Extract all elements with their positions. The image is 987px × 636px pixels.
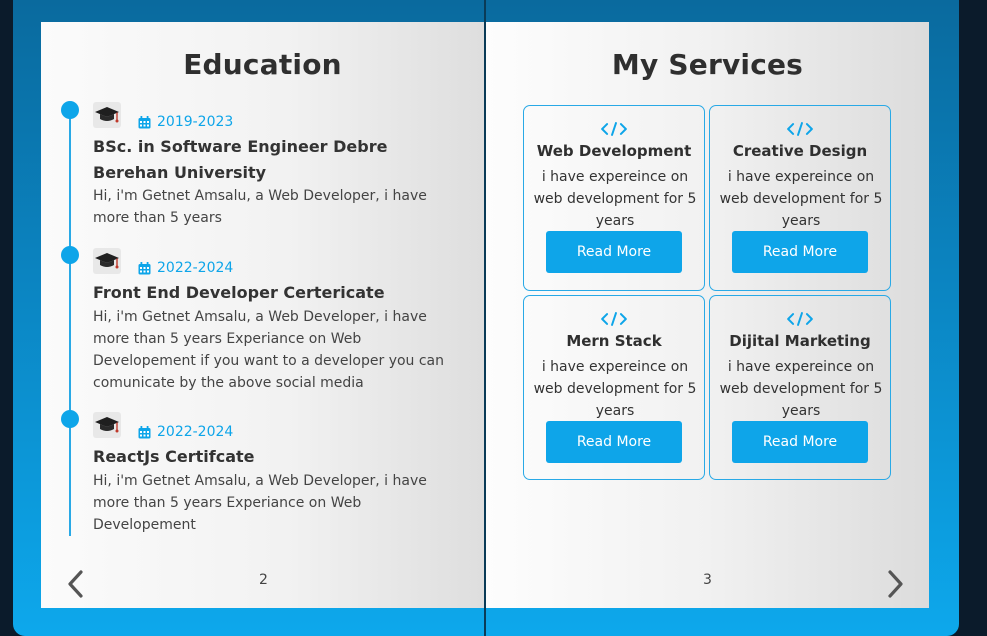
education-date: 2022-2024 [138, 424, 233, 440]
read-more-button[interactable]: Read More [546, 231, 682, 273]
calendar-icon [138, 425, 151, 438]
code-icon [787, 312, 813, 326]
service-description: i have expereince on web development for… [719, 359, 883, 419]
services-page: My Services Web Development i have exper… [486, 22, 929, 608]
service-title: Web Development [536, 142, 692, 160]
timeline-dot [61, 410, 79, 428]
graduation-cap-icon [93, 248, 121, 274]
service-description: i have expereince on web development for… [533, 169, 697, 229]
timeline-dot [61, 101, 79, 119]
education-date-text: 2022-2024 [157, 424, 234, 440]
page-title: My Services [611, 48, 804, 81]
service-card: Web Development i have expereince on web… [523, 105, 705, 291]
read-more-button[interactable]: Read More [732, 421, 868, 463]
calendar-icon [138, 261, 151, 274]
education-title: ReactJs Certifcate [93, 447, 255, 466]
read-more-button[interactable]: Read More [546, 421, 682, 463]
service-title: Mern Stack [566, 332, 662, 350]
education-description: Hi, i'm Getnet Amsalu, a Web Developer, … [93, 188, 427, 226]
education-date-text: 2022-2024 [157, 260, 234, 276]
page-title: Education [183, 48, 342, 81]
service-description: i have expereince on web development for… [533, 359, 697, 419]
page-number: 3 [703, 572, 712, 588]
code-icon [787, 122, 813, 136]
service-description: i have expereince on web development for… [719, 169, 883, 229]
education-date: 2022-2024 [138, 260, 233, 276]
graduation-cap-icon [93, 412, 121, 438]
education-date: 2019-2023 [138, 114, 233, 130]
timeline-dot [61, 246, 79, 264]
code-icon [601, 312, 627, 326]
service-title: Creative Design [732, 142, 868, 160]
graduation-cap-icon [93, 102, 121, 128]
service-card: Creative Design i have expereince on web… [709, 105, 891, 291]
education-description: Hi, i'm Getnet Amsalu, a Web Developer, … [93, 309, 445, 391]
chevron-left-icon[interactable] [65, 568, 87, 600]
timeline-line [69, 110, 71, 536]
service-card: Dijital Marketing i have expereince on w… [709, 295, 891, 480]
service-card: Mern Stack i have expereince on web deve… [523, 295, 705, 480]
service-title: Dijital Marketing [729, 332, 871, 350]
education-title: BSc. in Software Engineer Debre Berehan … [93, 137, 388, 182]
read-more-button[interactable]: Read More [732, 231, 868, 273]
calendar-icon [138, 115, 151, 128]
education-date-text: 2019-2023 [157, 114, 234, 130]
education-description: Hi, i'm Getnet Amsalu, a Web Developer, … [93, 473, 427, 533]
code-icon [601, 122, 627, 136]
page-number: 2 [259, 572, 268, 588]
chevron-right-icon[interactable] [884, 568, 906, 600]
education-page: Education 2019-2023 BSc. in Software Eng… [41, 22, 484, 608]
education-title: Front End Developer Certericate [93, 283, 385, 302]
